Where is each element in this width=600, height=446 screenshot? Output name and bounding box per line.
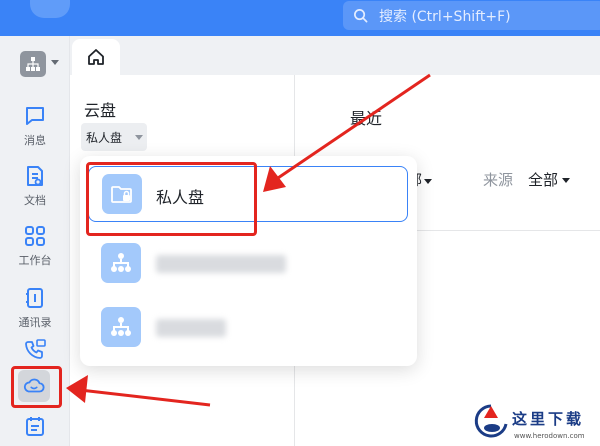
watermark-url: www.herodown.com xyxy=(514,432,585,440)
watermark-title: 这里下载 xyxy=(512,410,585,428)
annotation-arrow-to-private-drive xyxy=(263,73,431,192)
annotation-arrows xyxy=(66,73,431,407)
watermark-logo xyxy=(474,404,508,438)
watermark: 这里下载 www.herodown.com xyxy=(472,400,600,446)
annotation-arrow-to-cloud-drive xyxy=(66,375,211,407)
